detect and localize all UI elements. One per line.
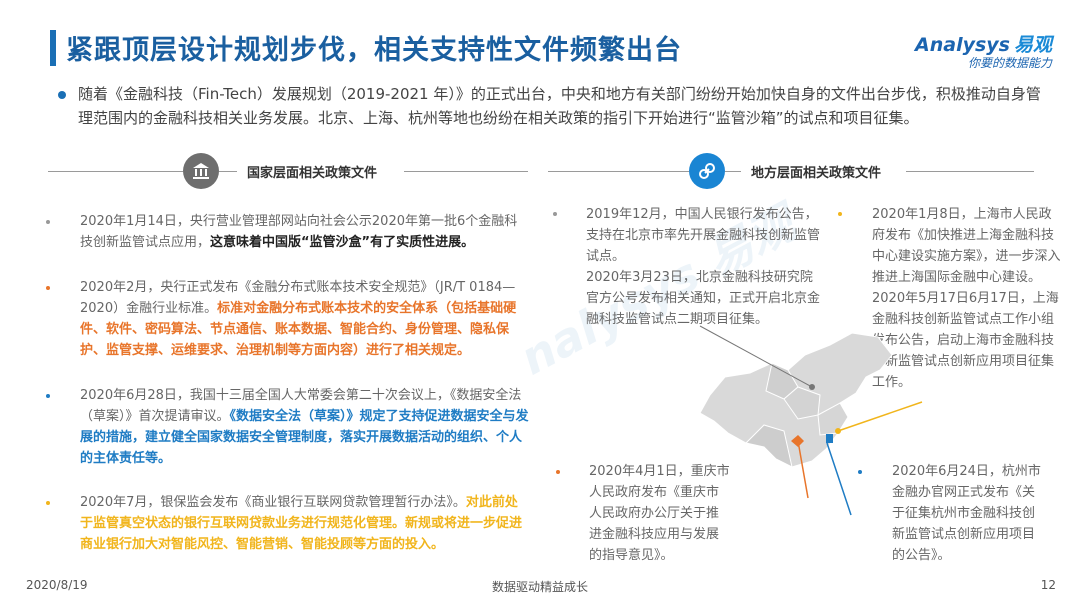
- footer-slogan: 数据驱动精益成长: [491, 580, 588, 594]
- hangzhou-connector: [826, 442, 852, 516]
- chongqing-connector: [797, 440, 809, 499]
- beijing-connector: [699, 325, 813, 388]
- connector-lines: [699, 325, 923, 516]
- page-number: 12: [1040, 578, 1056, 592]
- shanghai-connector: [837, 401, 923, 432]
